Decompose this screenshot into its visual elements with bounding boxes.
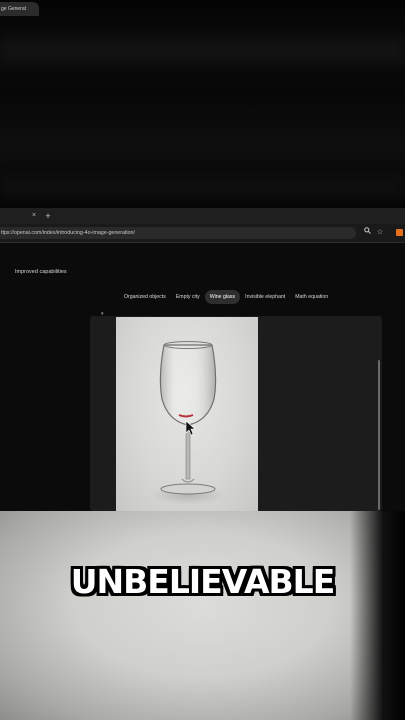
card-marker: ▾ (101, 311, 104, 317)
search-icon[interactable] (362, 227, 372, 239)
blurred-video-frame (0, 511, 405, 720)
capability-tabs: Organized objects Empty city Wine glass … (119, 290, 333, 304)
browser-tab-bar (0, 208, 405, 224)
wine-glass-image (116, 317, 258, 511)
blurred-band (0, 176, 405, 200)
browser-tab[interactable]: ge Generat (0, 2, 39, 16)
tab-organized-objects[interactable]: Organized objects (119, 290, 171, 304)
rss-extension-icon[interactable] (396, 229, 403, 236)
new-tab-icon[interactable]: + (43, 208, 53, 224)
card-scrollbar[interactable] (378, 360, 380, 510)
section-title: Improved capabilities (15, 269, 67, 275)
blurred-edge (350, 511, 405, 720)
tab-wine-glass[interactable]: Wine glass (204, 290, 241, 304)
blurred-band (0, 38, 405, 64)
bookmark-star-icon[interactable]: ☆ (375, 227, 385, 239)
browser-tab-title: ge Generat (1, 6, 27, 12)
tab-empty-city[interactable]: Empty city (171, 290, 205, 304)
video-caption: UNBELIEVABLE (70, 562, 336, 601)
close-tab-icon[interactable]: × (30, 208, 38, 224)
tab-invisible-elephant[interactable]: Invisible elephant (240, 290, 290, 304)
tab-math-equation[interactable]: Math equation (290, 290, 333, 304)
url-field[interactable]: ttps://openai.com/index/introducing-4o-i… (0, 227, 356, 239)
